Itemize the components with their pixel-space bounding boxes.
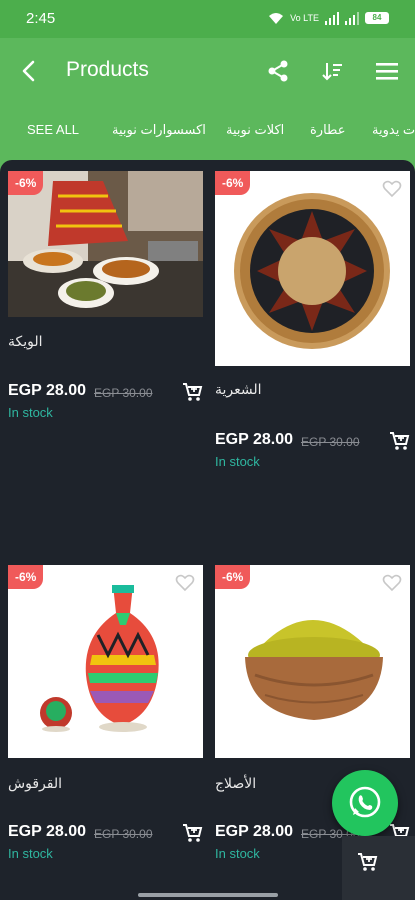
- discount-badge: -6%: [8, 565, 44, 589]
- whatsapp-icon: [349, 786, 381, 818]
- add-to-cart-icon[interactable]: [388, 430, 410, 452]
- page-title: Products: [66, 58, 149, 81]
- whatsapp-button[interactable]: [332, 770, 398, 836]
- spice-photo: [245, 620, 383, 720]
- product-card[interactable]: -6% الويكة EGP 28.00 EGP 30.00 In stock: [8, 171, 203, 431]
- back-arrow-icon[interactable]: [14, 56, 44, 86]
- gesture-bar: [138, 893, 278, 897]
- product-old-price: EGP 30.00: [301, 435, 360, 449]
- product-name[interactable]: القرقوش: [8, 775, 62, 792]
- add-to-cart-icon[interactable]: [181, 381, 203, 403]
- wifi-icon: [269, 13, 284, 24]
- menu-icon[interactable]: [373, 57, 401, 85]
- product-price: EGP 28.00: [8, 823, 86, 840]
- signal-icon: [325, 11, 339, 25]
- product-card[interactable]: -6% الشعرية EGP 28.00 EGP 30.00 In stock: [215, 171, 410, 481]
- product-old-price: EGP 30.00: [94, 827, 153, 841]
- add-to-cart-icon[interactable]: [181, 822, 203, 844]
- tab-herbs[interactable]: عطارة: [310, 122, 345, 138]
- heart-icon[interactable]: [382, 179, 402, 199]
- vase-photo: [40, 585, 159, 732]
- product-old-price: EGP 30.00: [94, 386, 153, 400]
- network-label: Vo LTE: [290, 13, 319, 23]
- stock-status: In stock: [215, 454, 260, 469]
- category-tabs: SEE ALL اكسسوارات نوبية اكلات نوبية عطار…: [0, 104, 415, 160]
- floating-cart-button[interactable]: [342, 836, 415, 900]
- stock-status: In stock: [215, 846, 260, 861]
- status-icons: Vo LTE 84: [268, 11, 389, 25]
- status-bar: 2:45 Vo LTE 84: [0, 0, 415, 38]
- share-icon[interactable]: [264, 57, 292, 85]
- app-bar: Products: [0, 38, 415, 104]
- product-image[interactable]: -6%: [215, 171, 410, 366]
- product-image[interactable]: -6%: [8, 565, 203, 758]
- tab-handicrafts[interactable]: مشغولات يدوية: [372, 122, 415, 138]
- product-name[interactable]: الويكة: [8, 333, 43, 350]
- tab-nubian-food[interactable]: اكلات نوبية: [226, 122, 284, 138]
- heart-icon[interactable]: [175, 573, 195, 593]
- product-card[interactable]: -6% القرقوش EGP 28.00 EGP 30.00 In stock: [8, 565, 203, 865]
- tab-accessories[interactable]: اكسسوارات نوبية: [112, 122, 206, 138]
- battery-icon: 84: [365, 12, 389, 24]
- sort-icon[interactable]: [318, 57, 346, 85]
- cart-icon: [358, 853, 378, 871]
- basket-photo: [234, 193, 390, 349]
- product-price: EGP 28.00: [215, 823, 293, 840]
- product-name[interactable]: الشعرية: [215, 381, 262, 398]
- stock-status: In stock: [8, 405, 53, 420]
- heart-icon[interactable]: [382, 573, 402, 593]
- discount-badge: -6%: [215, 565, 251, 589]
- product-price: EGP 28.00: [8, 382, 86, 399]
- product-price: EGP 28.00: [215, 431, 293, 448]
- stock-status: In stock: [8, 846, 53, 861]
- discount-badge: -6%: [215, 171, 251, 195]
- tab-see-all[interactable]: SEE ALL: [27, 122, 79, 137]
- product-image[interactable]: -6%: [8, 171, 203, 317]
- signal-icon-2: [345, 11, 359, 25]
- discount-badge: -6%: [8, 171, 44, 195]
- status-time: 2:45: [26, 10, 56, 27]
- product-image[interactable]: -6%: [215, 565, 410, 758]
- product-name[interactable]: الأصلاج: [215, 775, 256, 792]
